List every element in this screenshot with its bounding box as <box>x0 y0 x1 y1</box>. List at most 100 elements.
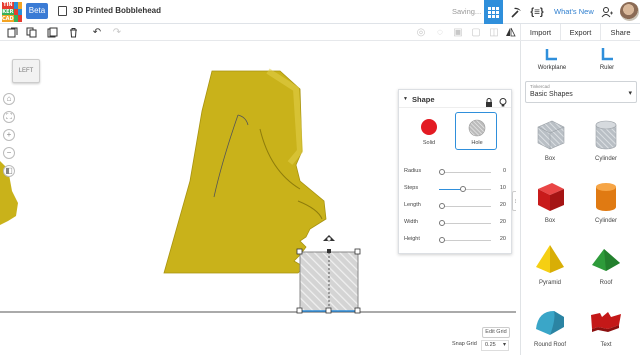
import-export-bar: Import Export Share <box>520 24 640 41</box>
document-title[interactable]: 3D Printed Bobblehead <box>73 6 161 15</box>
3d-view-button[interactable] <box>484 0 503 24</box>
copy-icon[interactable] <box>24 25 38 39</box>
param-slider-knob[interactable] <box>439 220 445 226</box>
workplane-canvas[interactable]: LEFT ⌂ ⛶ + − ◧ ▼ Shape Solid Hole Radius… <box>0 41 516 355</box>
shape-round-roof[interactable]: Round Roof <box>525 303 575 363</box>
shape-roof[interactable]: Roof <box>581 241 631 301</box>
ruler-tool[interactable]: Ruler <box>584 47 630 71</box>
handle <box>354 307 361 314</box>
shape-box-hole[interactable]: Box <box>525 117 575 177</box>
ungroup-icon[interactable]: ◫ <box>487 25 501 39</box>
pickaxe-icon[interactable] <box>507 3 525 21</box>
shape-text[interactable]: Text <box>581 303 631 363</box>
shape-pyramid[interactable]: Pyramid <box>525 241 575 301</box>
export-button[interactable]: Export <box>560 24 600 40</box>
perspective-icon[interactable]: ◧ <box>3 165 15 177</box>
workplane-label: Workplane <box>537 65 567 71</box>
shape-library-select[interactable]: Tinkercad Basic Shapes ▾ <box>525 81 637 103</box>
collapse-caret-icon[interactable]: ▼ <box>403 96 408 102</box>
param-slider-track[interactable] <box>439 240 491 241</box>
param-steps[interactable]: Steps 10 <box>404 184 508 194</box>
param-slider-track[interactable] <box>439 206 491 207</box>
shape-label: Box <box>544 156 556 162</box>
logo-cell <box>17 8 22 16</box>
inspector-title: Shape <box>412 95 435 104</box>
param-slider-knob[interactable] <box>439 237 445 243</box>
user-avatar[interactable] <box>620 2 639 21</box>
param-label: Steps <box>404 185 419 191</box>
view-cube[interactable]: LEFT <box>12 59 40 83</box>
codeblocks-icon[interactable]: {≡} <box>528 3 546 21</box>
library-source: Tinkercad <box>530 84 550 89</box>
mirror-icon[interactable] <box>503 25 517 39</box>
param-slider-track[interactable] <box>439 223 491 224</box>
fit-view-icon[interactable]: ⛶ <box>3 111 15 123</box>
param-value[interactable]: 10 <box>500 185 506 191</box>
grid-icon <box>488 6 499 18</box>
param-value[interactable]: 20 <box>500 219 506 225</box>
zoom-out-icon[interactable]: − <box>3 147 15 159</box>
new-shape-icon[interactable] <box>5 25 19 39</box>
logo-letters-1: TIN <box>2 2 14 9</box>
shape-box[interactable]: Box <box>525 179 575 239</box>
shape-cylinder-hole[interactable]: Cylinder <box>581 117 631 177</box>
import-button[interactable]: Import <box>520 24 560 40</box>
align-icon[interactable]: ▣ <box>451 25 465 39</box>
delete-icon[interactable] <box>66 25 80 39</box>
group-icon[interactable]: ▢ <box>469 25 483 39</box>
view-controls: ⌂ ⛶ + − ◧ <box>3 93 15 183</box>
moai-head <box>163 68 327 274</box>
workplane-tool[interactable]: Workplane <box>529 47 575 71</box>
snap-grid-select[interactable]: 0.25 <box>481 340 509 351</box>
logo-letters-3: CAD <box>2 15 14 22</box>
note-icon[interactable]: ◎ <box>414 25 428 39</box>
round-roof-icon <box>536 311 564 335</box>
lock-icon[interactable] <box>485 94 493 112</box>
home-view-icon[interactable]: ⌂ <box>3 93 15 105</box>
param-value[interactable]: 20 <box>500 202 506 208</box>
logo-letters-2: KER <box>2 8 14 16</box>
library-name: Basic Shapes <box>530 91 573 98</box>
ruler-label: Ruler <box>599 65 615 71</box>
param-radius[interactable]: Radius 0 <box>404 167 508 177</box>
param-slider-knob[interactable] <box>439 203 445 209</box>
edit-grid-button[interactable]: Edit Grid <box>482 327 510 338</box>
param-label: Width <box>404 219 419 225</box>
snap-grid-label: Snap Grid <box>452 341 477 347</box>
redo-icon[interactable]: ↷ <box>110 25 124 39</box>
edit-toolbar: ↶ ↷ ◎ ◌ ▣ ▢ ◫ <box>0 24 520 41</box>
light-bulb-icon[interactable] <box>499 94 507 112</box>
share-button[interactable]: Share <box>600 24 640 40</box>
whats-new-link[interactable]: What's New <box>554 7 594 16</box>
duplicate-icon[interactable] <box>45 25 59 39</box>
box-red-icon <box>538 183 564 211</box>
zoom-in-icon[interactable]: + <box>3 129 15 141</box>
inspector-header: ▼ Shape <box>399 90 511 108</box>
handle <box>354 248 361 255</box>
light-icon[interactable]: ◌ <box>433 25 447 39</box>
param-slider-knob[interactable] <box>459 186 466 192</box>
user-add-icon[interactable] <box>598 3 616 21</box>
pyramid-icon <box>536 245 564 273</box>
hole-button[interactable]: Hole <box>455 112 497 150</box>
tinkercad-logo[interactable]: TIN KER CAD <box>2 2 22 22</box>
param-slider-knob[interactable] <box>439 169 445 175</box>
param-value[interactable]: 0 <box>503 168 506 174</box>
param-label: Radius <box>404 168 422 174</box>
undo-icon[interactable]: ↶ <box>90 25 104 39</box>
solid-label: Solid <box>422 140 436 146</box>
param-length[interactable]: Length 20 <box>404 201 508 211</box>
handle <box>325 307 332 314</box>
param-height[interactable]: Height 20 <box>404 235 508 245</box>
save-status: Saving... <box>452 7 482 16</box>
text-3d-icon <box>591 312 621 332</box>
panel-collapse-toggle[interactable]: › <box>512 191 516 211</box>
box-hole-icon <box>537 120 565 150</box>
shape-cylinder[interactable]: Cylinder <box>581 179 631 239</box>
hole-swatch-icon <box>468 119 486 137</box>
hole-label: Hole <box>471 140 483 146</box>
param-slider-track[interactable] <box>439 172 491 173</box>
solid-button[interactable]: Solid <box>408 112 450 150</box>
param-width[interactable]: Width 20 <box>404 218 508 228</box>
param-value[interactable]: 20 <box>500 236 506 242</box>
